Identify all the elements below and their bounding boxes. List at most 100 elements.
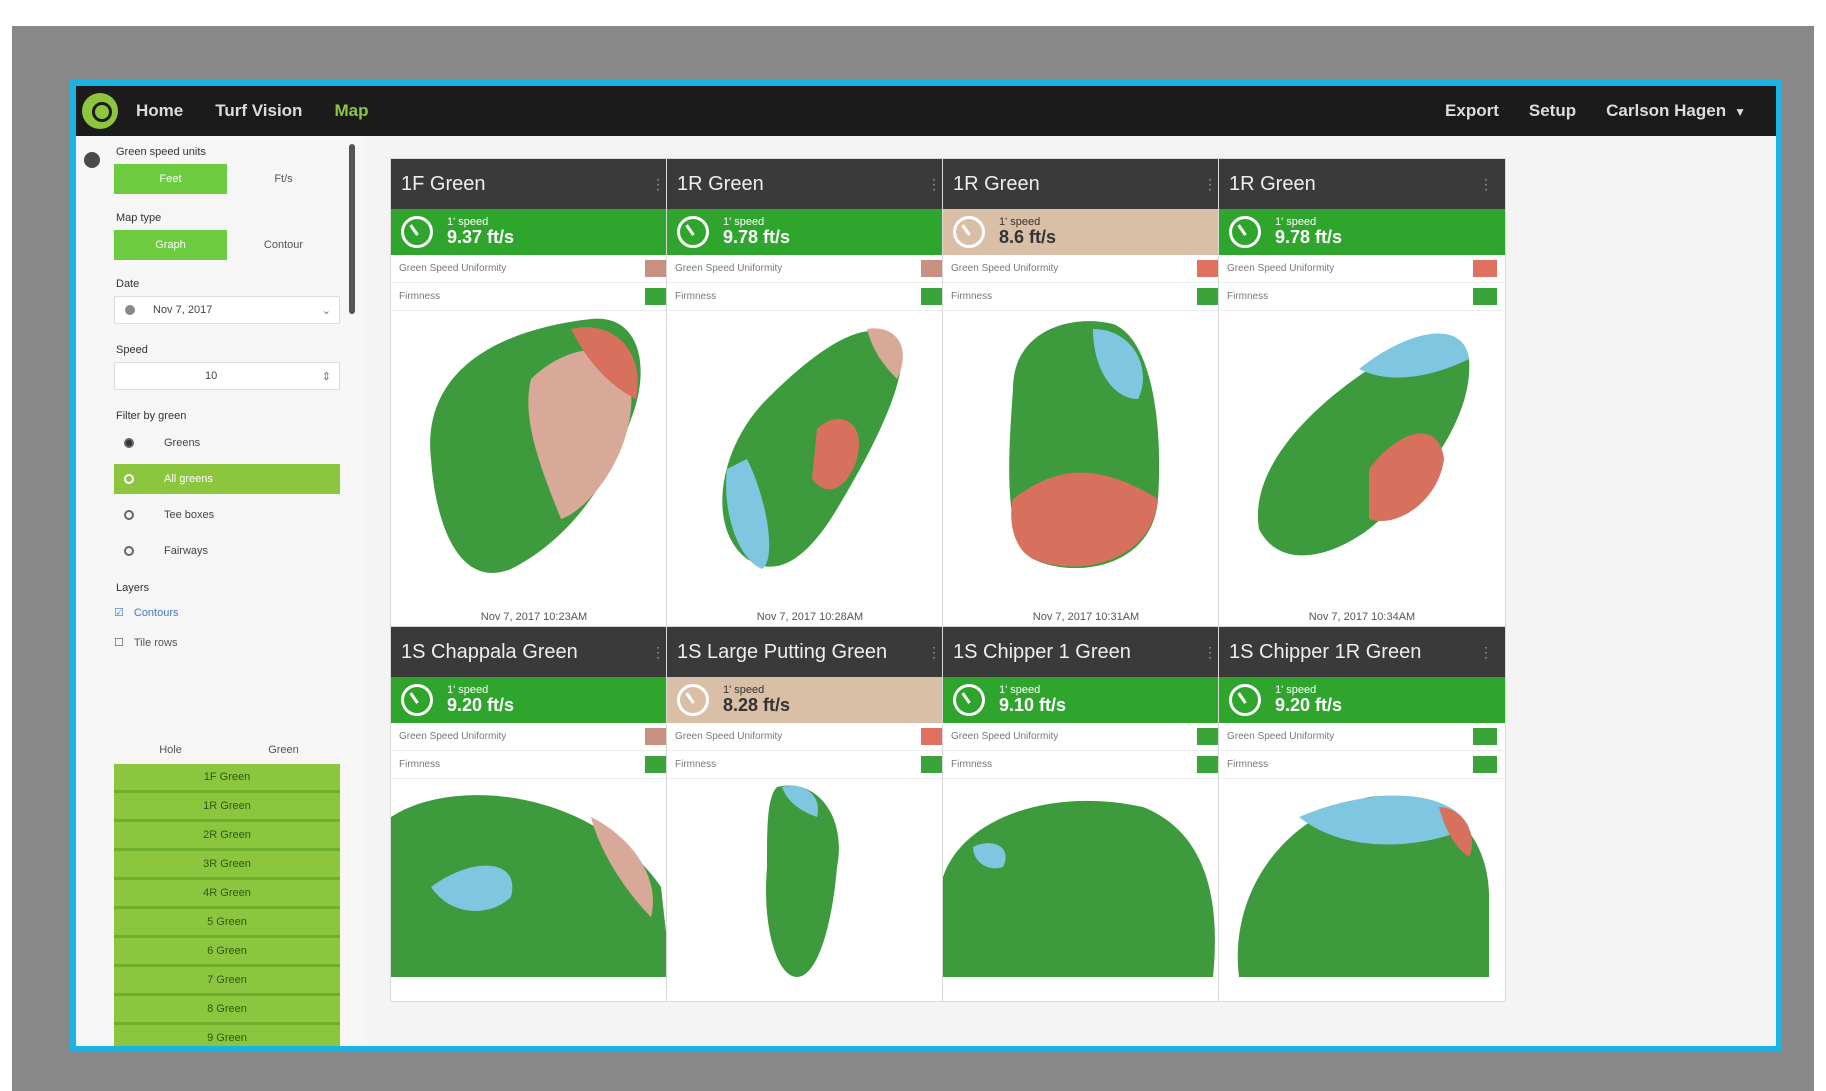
list-item[interactable]: 5 Green xyxy=(114,909,340,938)
nav-turf-vision[interactable]: Turf Vision xyxy=(215,101,302,121)
green-card[interactable]: 1S Chipper 1R Green ⋮ 1' speed 9.20 ft/s… xyxy=(1218,626,1506,1002)
list-item[interactable]: 1F Green xyxy=(114,764,340,793)
speedometer-icon xyxy=(1229,216,1261,248)
speed-banner: 1' speed 9.78 ft/s xyxy=(667,209,953,255)
metric-row: Green Speed Uniformity xyxy=(943,255,1229,283)
card-menu-icon[interactable]: ⋮ xyxy=(1479,176,1493,193)
green-contour-map[interactable] xyxy=(667,777,951,997)
radio-label: Fairways xyxy=(164,545,209,557)
chevron-down-icon: ▼ xyxy=(1734,105,1746,119)
gear-icon[interactable] xyxy=(84,152,100,168)
nav-map[interactable]: Map xyxy=(334,101,368,121)
metric-label: Green Speed Uniformity xyxy=(951,731,1059,742)
list-item[interactable]: 2R Green xyxy=(114,822,340,851)
sidebar-scrollbar[interactable] xyxy=(349,144,355,314)
green-contour-map[interactable] xyxy=(391,309,675,599)
card-menu-icon[interactable]: ⋮ xyxy=(1203,176,1217,193)
metric-label: Green Speed Uniformity xyxy=(399,263,507,274)
metric-status-chip xyxy=(1473,756,1497,773)
card-menu-icon[interactable]: ⋮ xyxy=(927,176,941,193)
speed-value: 10 xyxy=(205,370,218,382)
list-item[interactable]: 9 Green xyxy=(114,1025,340,1046)
card-menu-icon[interactable]: ⋮ xyxy=(1479,644,1493,661)
green-list-header: Hole Green xyxy=(114,744,340,756)
nav-home[interactable]: Home xyxy=(136,101,183,121)
layers-label: Layers xyxy=(116,582,150,594)
metric-row: Green Speed Uniformity xyxy=(943,723,1229,751)
card-menu-icon[interactable]: ⋮ xyxy=(927,644,941,661)
map-type-contour[interactable]: Contour xyxy=(227,230,340,260)
green-contour-map[interactable] xyxy=(391,777,675,997)
stepper-arrows-icon: ⇕ xyxy=(321,370,331,383)
green-card[interactable]: 1R Green ⋮ 1' speed 8.6 ft/s Green Speed… xyxy=(942,158,1230,678)
units-option-feet[interactable]: Feet xyxy=(114,164,227,194)
card-timestamp: Nov 7, 2017 10:34AM xyxy=(1308,611,1416,623)
metric-row: Green Speed Uniformity xyxy=(1219,255,1505,283)
radio-label: Greens xyxy=(164,437,201,449)
list-item[interactable]: 3R Green xyxy=(114,851,340,880)
metric-status-chip xyxy=(1473,260,1497,277)
green-card[interactable]: 1S Large Putting Green ⋮ 1' speed 8.28 f… xyxy=(666,626,954,1002)
green-card[interactable]: 1S Chipper 1 Green ⋮ 1' speed 9.10 ft/s … xyxy=(942,626,1230,1002)
speed-banner: 1' speed 9.20 ft/s xyxy=(1219,677,1505,723)
metric-label: Green Speed Uniformity xyxy=(399,731,507,742)
green-card[interactable]: 1F Green ⋮ 1' speed 9.37 ft/s Green Spee… xyxy=(390,158,678,678)
setup-link[interactable]: Setup xyxy=(1529,101,1576,121)
speed-banner: 1' speed 8.6 ft/s xyxy=(943,209,1229,255)
radio-all-greens[interactable]: All greens xyxy=(114,464,340,494)
metric-row: Firmness xyxy=(943,283,1229,311)
green-card[interactable]: 1R Green ⋮ 1' speed 9.78 ft/s Green Spee… xyxy=(666,158,954,678)
list-item[interactable]: 6 Green xyxy=(114,938,340,967)
radio-dot-icon xyxy=(124,474,134,484)
speedometer-icon xyxy=(953,684,985,716)
speed-banner: 1' speed 9.10 ft/s xyxy=(943,677,1229,723)
column-hole[interactable]: Hole xyxy=(114,744,227,756)
radio-greens[interactable]: Greens xyxy=(114,428,340,458)
list-item[interactable]: 8 Green xyxy=(114,996,340,1025)
green-contour-map[interactable] xyxy=(943,777,1227,997)
user-menu[interactable]: Carlson Hagen ▼ xyxy=(1606,101,1746,121)
radio-fairways[interactable]: Fairways xyxy=(114,536,340,566)
radio-label: All greens xyxy=(164,473,213,485)
metric-status-chip xyxy=(1473,288,1497,305)
speed-banner: 1' speed 9.37 ft/s xyxy=(391,209,677,255)
card-title-bar: 1R Green ⋮ xyxy=(667,159,953,209)
list-item[interactable]: 1R Green xyxy=(114,793,340,822)
export-link[interactable]: Export xyxy=(1445,101,1499,121)
metric-row: Green Speed Uniformity xyxy=(391,255,677,283)
green-card[interactable]: 1S Chappala Green ⋮ 1' speed 9.20 ft/s G… xyxy=(390,626,678,1002)
card-title-bar: 1F Green ⋮ xyxy=(391,159,677,209)
layer-contours[interactable]: ☑ Contours xyxy=(114,606,179,620)
green-contour-map[interactable] xyxy=(1219,309,1503,599)
green-contour-map[interactable] xyxy=(1219,777,1503,997)
card-title: 1F Green xyxy=(401,172,486,195)
speed-stepper[interactable]: 10 ⇕ xyxy=(114,362,340,390)
card-menu-icon[interactable]: ⋮ xyxy=(651,644,665,661)
speedometer-icon xyxy=(401,216,433,248)
filter-sidebar: Green speed units Feet Ft/s Map type Gra… xyxy=(76,136,366,1046)
layer-tile-rows[interactable]: ☐ Tile rows xyxy=(114,636,178,650)
green-card[interactable]: 1R Green ⋮ 1' speed 9.78 ft/s Green Spee… xyxy=(1218,158,1506,678)
units-label: Green speed units xyxy=(116,146,206,158)
chevron-down-icon: ⌄ xyxy=(321,304,331,317)
radio-tee-boxes[interactable]: Tee boxes xyxy=(114,500,340,530)
green-contour-map[interactable] xyxy=(667,309,951,599)
metric-label: Green Speed Uniformity xyxy=(1227,731,1335,742)
app-window: Home Turf Vision Map Export Setup Carlso… xyxy=(70,80,1782,1052)
card-menu-icon[interactable]: ⋮ xyxy=(651,176,665,193)
app-logo-icon[interactable] xyxy=(82,93,118,129)
green-contour-map[interactable] xyxy=(943,309,1227,599)
map-type-graph[interactable]: Graph xyxy=(114,230,227,260)
list-item[interactable]: 7 Green xyxy=(114,967,340,996)
card-menu-icon[interactable]: ⋮ xyxy=(1203,644,1217,661)
layer-label: Tile rows xyxy=(133,636,178,649)
metric-row: Firmness xyxy=(667,283,953,311)
date-select[interactable]: Nov 7, 2017 ⌄ xyxy=(114,296,340,324)
list-item[interactable]: 4R Green xyxy=(114,880,340,909)
units-option-fts[interactable]: Ft/s xyxy=(227,164,340,194)
speed-banner: 1' speed 9.20 ft/s xyxy=(391,677,677,723)
column-green[interactable]: Green xyxy=(227,744,340,756)
top-navigation-bar: Home Turf Vision Map Export Setup Carlso… xyxy=(76,86,1776,136)
metric-row: Firmness xyxy=(391,751,677,779)
checkbox-icon: ☑ xyxy=(114,607,124,619)
